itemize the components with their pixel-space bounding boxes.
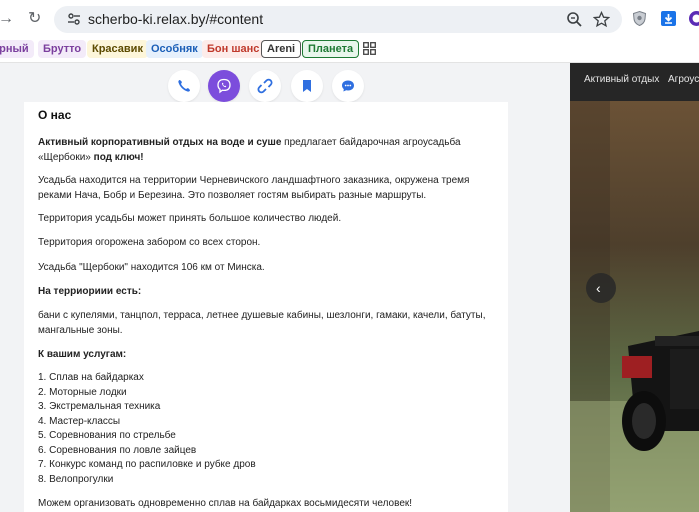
forward-arrow-icon[interactable]: → xyxy=(0,9,14,29)
viber-icon xyxy=(217,78,231,94)
gallery-photo xyxy=(570,101,699,512)
shield-extension-icon[interactable] xyxy=(631,10,648,27)
profile-icon[interactable] xyxy=(688,10,699,27)
service-item: 3. Экстремальная техника xyxy=(38,401,161,412)
gallery-prev-button[interactable]: ‹ xyxy=(586,273,616,303)
site-top-nav: Активный отдых Агроус xyxy=(570,63,699,101)
service-item: 5. Соревнования по стрельбе xyxy=(38,430,176,441)
intro-bold-text: Активный корпоративный отдых на воде и с… xyxy=(38,137,282,148)
bookmark-item[interactable]: Особняк xyxy=(146,40,203,58)
bookmark-item[interactable]: Бон шанс xyxy=(202,40,265,58)
browser-toolbar: → ↻ scherbo-ki.relax.by/#content xyxy=(0,0,699,38)
chat-icon xyxy=(342,80,354,92)
bookmark-item[interactable]: Брутто xyxy=(38,40,87,58)
bookmark-icon xyxy=(303,80,311,92)
services-heading: К вашим услугам: xyxy=(38,349,127,360)
nav-item-active-rest[interactable]: Активный отдых xyxy=(584,74,659,85)
link-icon xyxy=(257,78,273,94)
service-item: 2. Моторные лодки xyxy=(38,386,127,398)
link-button[interactable] xyxy=(249,70,281,102)
viber-button[interactable] xyxy=(208,70,240,102)
about-card: О нас Активный корпоративный отдых на во… xyxy=(24,102,508,512)
service-item: 6. Соревнования по ловле зайцев xyxy=(38,444,197,456)
paragraph-capacity-rafting: Можем организовать одновременно сплав на… xyxy=(38,498,413,509)
bookmark-item[interactable]: Красавик xyxy=(87,40,148,58)
service-item: 1. Сплав на байдарках xyxy=(38,372,144,383)
paragraph-fence: Территория огорожена забором со всех сто… xyxy=(38,237,261,248)
address-bar[interactable]: scherbo-ki.relax.by/#content xyxy=(54,6,622,33)
paragraph-amenities: бани с купелями, танцпол, терраса, летне… xyxy=(38,310,486,336)
reload-icon[interactable]: ↻ xyxy=(28,9,41,29)
bookmark-item[interactable]: Areni xyxy=(261,40,302,58)
intro-bold-text-2: под ключ! xyxy=(93,152,144,163)
paragraph-location: Усадьба находится на территории Черневич… xyxy=(38,175,470,201)
download-icon[interactable] xyxy=(660,10,677,27)
zoom-icon[interactable] xyxy=(566,11,583,28)
chevron-left-icon: ‹ xyxy=(596,280,601,296)
bookmark-button[interactable] xyxy=(291,70,323,102)
site-settings-icon[interactable] xyxy=(66,11,82,27)
service-item: 7. Конкурс команд по распиловке и рубке … xyxy=(38,459,256,470)
star-icon[interactable] xyxy=(593,11,610,28)
service-item: 8. Велопрогулки xyxy=(38,473,114,485)
url-text[interactable]: scherbo-ki.relax.by/#content xyxy=(88,10,263,29)
apps-grid-icon[interactable] xyxy=(363,42,376,55)
paragraph-capacity: Территория усадьбы может принять большое… xyxy=(38,213,342,224)
bookmarks-bar: ерный Брутто Красавик Особняк Бон шанс A… xyxy=(0,38,699,60)
gallery-panel: Активный отдых Агроус ‹ xyxy=(570,63,699,512)
phone-button[interactable] xyxy=(168,70,200,102)
nav-item-agro[interactable]: Агроус xyxy=(668,74,699,85)
chat-button[interactable] xyxy=(332,70,364,102)
paragraph-distance: Усадьба "Щербоки" находится 106 км от Ми… xyxy=(38,262,265,273)
phone-icon xyxy=(178,80,190,92)
bookmark-item[interactable]: Планета xyxy=(302,40,360,58)
intro-paragraph: Активный корпоративный отдых на воде и с… xyxy=(38,135,498,165)
service-item: 4. Мастер-классы xyxy=(38,415,121,427)
bookmark-item[interactable]: ерный xyxy=(0,40,34,58)
territory-heading: На терриориии есть: xyxy=(38,286,142,297)
section-title: О нас xyxy=(38,108,72,122)
